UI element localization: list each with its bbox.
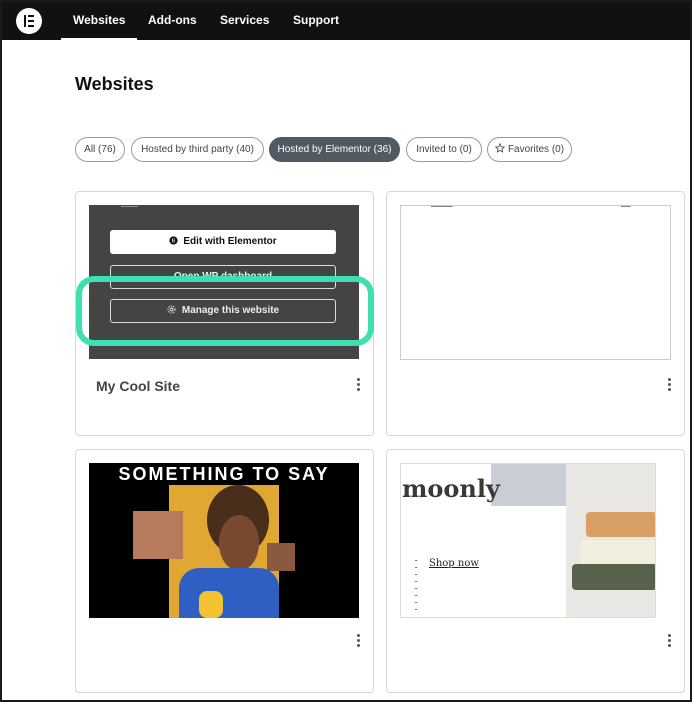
nav-tab-add-ons[interactable]: Add-ons [148,2,197,40]
more-options-icon[interactable] [664,634,674,650]
thumbnail-cta: Shop now [429,558,479,569]
thumbnail-soap-dark [572,564,655,590]
filter-invited-to[interactable]: Invited to (0) [406,137,482,162]
app-window: Websites Add-ons Services Support Websit… [2,2,690,700]
edit-with-elementor-button[interactable]: Edit with Elementor [110,230,336,254]
thumbnail-fruit [199,591,223,618]
thumbnail-photo [566,464,655,617]
highlight-annotation [76,276,374,346]
website-thumbnail: SOMETHING TO SAY [89,463,359,618]
page-title: Websites [75,74,154,94]
thumbnail-headline: SOMETHING TO SAY [118,464,330,484]
filter-all[interactable]: All (76) [75,137,125,162]
filter-third-party[interactable]: Hosted by third party (40) [131,137,264,162]
more-options-icon[interactable] [664,378,674,394]
thumbnail-brush [586,512,655,537]
top-navigation: Websites Add-ons Services Support [2,2,690,40]
thumbnail-soap-light [580,540,655,564]
website-title[interactable]: My Cool Site [96,378,180,394]
elementor-icon [169,236,178,245]
thumbnail-photo-tiny [267,543,295,571]
website-card[interactable]: ▔▔▔▔▔▔▔▔▔ ▔▔▔▔ [386,191,685,436]
website-thumbnail: moonly Shop now ▔ ▔ ▔ ▔ ▔ ▔ ▔ ▔ [400,463,656,618]
thumbnail-brand: moonly [402,474,500,503]
thumbnail-photo-small [133,511,183,559]
filter-hosted-by-elementor[interactable]: Hosted by Elementor (36) [269,137,400,162]
edit-with-elementor-label: Edit with Elementor [183,236,277,247]
nav-tab-support[interactable]: Support [293,2,339,40]
thumbnail-face [219,515,259,571]
website-card[interactable]: moonly Shop now ▔ ▔ ▔ ▔ ▔ ▔ ▔ ▔ [386,449,685,693]
more-options-icon[interactable] [353,378,363,394]
filter-favorites-label: Favorites (0) [507,144,565,155]
thumbnail-jacket [179,568,279,618]
elementor-logo-icon[interactable] [16,8,42,34]
website-card[interactable]: SOMETHING TO SAY [75,449,374,693]
website-thumbnail: ▔▔▔▔▔▔▔▔▔ ▔▔▔▔ [400,205,671,360]
star-icon [494,143,505,154]
filter-favorites[interactable]: Favorites (0) [487,137,572,162]
more-options-icon[interactable] [353,634,363,650]
nav-tab-websites[interactable]: Websites [60,2,139,40]
thumbnail-shape [491,464,566,506]
nav-tab-services[interactable]: Services [220,2,269,40]
